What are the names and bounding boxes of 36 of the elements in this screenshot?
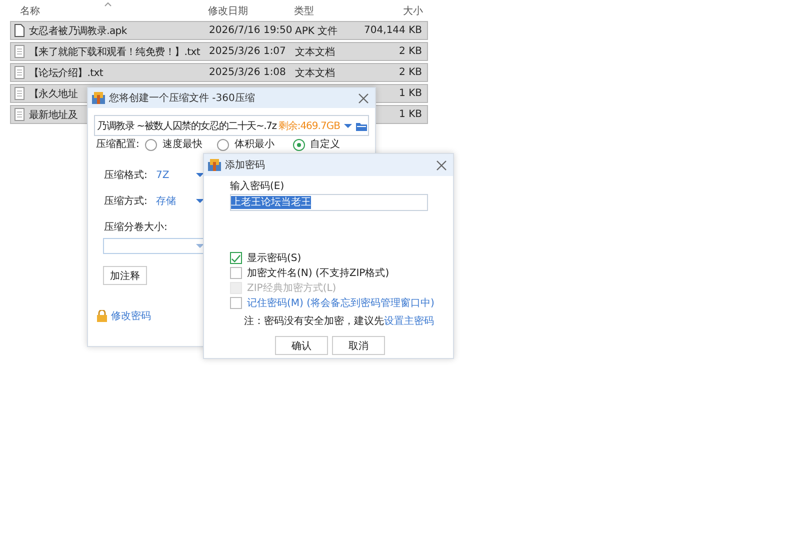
radio-label: 自定义 [310,139,340,151]
file-name: 女忍者被乃调教录.apk [29,24,127,38]
file-size: 1 KB [399,109,422,120]
free-space: 剩余:469.7GB [278,120,340,132]
window-title: 添加密码 [225,158,266,172]
radio-label: 体积最小 [234,139,274,151]
file-size: 704,144 KB [364,25,422,36]
file-path: 乃调教录 ~被数人囚禁的女忍的二十天~.7z [97,120,276,132]
checkbox-label: 记住密码(M) (将会备忘到密码管理窗口中) [247,296,434,310]
file-date: 2026/7/16 19:50 [209,25,292,36]
file-name: 【来了就能下载和观看！纯免费！】.txt [29,46,200,58]
dropdown-value: 7Z [156,170,170,180]
config-label: 压缩配置: [96,139,140,151]
file-date: 2025/3/26 1:07 [209,46,286,57]
checkbox-label: ZIP经典加密方式(L) [247,282,336,295]
window-title: 您将创建一个压缩文件 -360压缩 [109,92,256,105]
file-date: 2025/3/26 1:08 [209,67,286,78]
file-size: 2 KB [399,67,422,78]
file-name: 【永久地址 [29,88,78,100]
field-label: 压缩分卷大小: [104,220,168,234]
checkbox-label: 加密文件名(N) (不支持ZIP格式) [247,266,390,280]
field-label: 输入密码(E) [230,180,286,193]
file-size: 1 KB [399,88,422,99]
dropdown-value: 存储 [156,194,177,208]
checkbox-label: 显示密码(S) [247,252,302,265]
field-label: 压缩方式: [104,194,148,208]
file-type: 文本文档 [295,66,335,80]
file-name: 最新地址及 [29,108,78,122]
field-label: 压缩格式: [104,168,148,182]
file-type: APK 文件 [295,24,338,38]
radio-label: 速度最快 [162,139,202,151]
file-type: 文本文档 [295,46,335,58]
file-size: 2 KB [399,46,422,57]
file-name: 【论坛介绍】.txt [29,66,103,80]
note-text: 注：密码没有安全加密，建议先 [244,316,384,327]
password-value: 上老王论坛当老王 [231,196,311,209]
